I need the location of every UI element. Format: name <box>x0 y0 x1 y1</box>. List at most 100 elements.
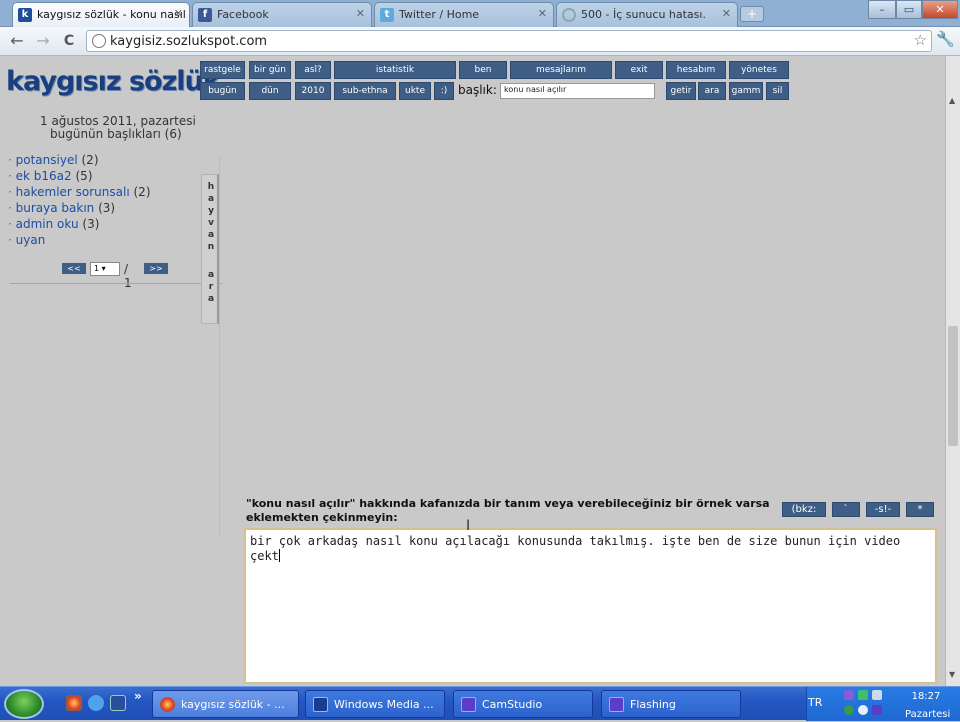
tray-power-icon[interactable] <box>858 705 868 715</box>
topic-title[interactable]: hakemler sorunsalı <box>16 185 130 199</box>
clock[interactable]: 18:27 Pazartesi <box>905 690 950 722</box>
scroll-down-icon[interactable]: ▼ <box>949 670 955 679</box>
quicklaunch-expand-icon[interactable]: » <box>134 689 142 703</box>
vtab-letter: a <box>207 270 215 280</box>
task-windows-media[interactable]: Windows Media ... <box>305 690 445 718</box>
topic-count: (2) <box>81 153 99 167</box>
close-icon[interactable]: ✕ <box>356 7 365 20</box>
forward-button[interactable]: → <box>32 31 54 51</box>
menu-2010[interactable]: 2010 <box>295 82 331 100</box>
bkz-button[interactable]: (bkz: <box>782 502 826 517</box>
bookmark-star-icon[interactable]: ☆ <box>914 31 927 49</box>
twitter-icon: t <box>380 8 394 22</box>
chrome-icon[interactable] <box>66 695 82 711</box>
site-icon: k <box>18 8 32 22</box>
task-label: kaygısız sözlük - ... <box>181 698 285 711</box>
tray-update-icon[interactable] <box>844 705 854 715</box>
close-icon[interactable]: ✕ <box>722 7 731 20</box>
topic-title[interactable]: uyan <box>16 233 46 247</box>
site-logo[interactable]: kaygısız sözlük <box>6 66 221 97</box>
backtick-button[interactable]: ` <box>832 502 860 517</box>
topic-title[interactable]: admin oku <box>16 217 79 231</box>
menu-sub-ethna[interactable]: sub-ethna <box>334 82 396 100</box>
spoiler-button[interactable]: -s!- <box>866 502 900 517</box>
menu-dun[interactable]: dün <box>249 82 291 100</box>
menu-bir-gun[interactable]: bir gün <box>249 61 291 79</box>
tray-camstudio-icon[interactable] <box>844 690 854 700</box>
close-icon[interactable]: ✕ <box>538 7 547 20</box>
tab-strip: k kaygısız sözlük - konu nasıl ✕ f Faceb… <box>0 0 960 27</box>
menu-istatistik[interactable]: istatistik <box>334 61 456 79</box>
vtab-letter: n <box>207 242 215 252</box>
list-item[interactable]: · potansiyel (2) <box>8 152 151 168</box>
maximize-button[interactable]: ▭ <box>896 0 922 19</box>
vtab-letter: a <box>207 230 215 240</box>
menu-asl[interactable]: asl? <box>295 61 331 79</box>
baslik-input[interactable]: konu nasıl açılır <box>500 83 655 99</box>
prev-page-button[interactable]: << <box>62 263 86 274</box>
menu-smiley[interactable]: :) <box>434 82 454 100</box>
topic-title[interactable]: potansiyel <box>16 153 78 167</box>
scrollbar-thumb[interactable] <box>948 326 958 446</box>
language-indicator[interactable]: TR <box>808 696 822 709</box>
menu-ben[interactable]: ben <box>459 61 507 79</box>
url-text: kaygisiz.sozlukspot.com <box>110 34 268 49</box>
reload-button[interactable]: C <box>58 31 80 51</box>
task-flashing[interactable]: Flashing <box>601 690 741 718</box>
menu-yonetes[interactable]: yönetes <box>729 61 789 79</box>
topic-title[interactable]: buraya bakın <box>16 201 95 215</box>
list-item[interactable]: · ek b16a2 (5) <box>8 168 151 184</box>
tab-label: 500 - İç sunucu hatası. <box>581 8 706 21</box>
menu-ara[interactable]: ara <box>698 82 726 100</box>
tray-volume-icon[interactable] <box>872 690 882 700</box>
tab-twitter[interactable]: t Twitter / Home ✕ <box>374 2 554 27</box>
tray-network-icon[interactable] <box>858 690 868 700</box>
address-bar[interactable]: kaygisiz.sozlukspot.com ☆ <box>86 30 932 52</box>
start-button[interactable] <box>4 689 44 719</box>
next-page-button[interactable]: >> <box>144 263 168 274</box>
star-button[interactable]: * <box>906 502 934 517</box>
show-desktop-icon[interactable] <box>110 695 126 711</box>
vertical-scrollbar[interactable]: ▲ ▼ <box>945 56 960 686</box>
vtab-letter: a <box>207 194 215 204</box>
menu-gamm[interactable]: gamm <box>729 82 763 100</box>
task-chrome[interactable]: kaygısız sözlük - ... <box>152 690 299 718</box>
list-item[interactable]: · hakemler sorunsalı (2) <box>8 184 151 200</box>
menu-sil[interactable]: sil <box>766 82 789 100</box>
task-camstudio[interactable]: CamStudio <box>453 690 593 718</box>
tab-facebook[interactable]: f Facebook ✕ <box>192 2 372 27</box>
list-item[interactable]: · admin oku (3) <box>8 216 151 232</box>
menu-ukte[interactable]: ukte <box>399 82 431 100</box>
menu-rastgele[interactable]: rastgele <box>200 61 245 79</box>
clock-time: 18:27 <box>911 691 941 702</box>
divider <box>219 156 220 536</box>
back-button[interactable]: ← <box>6 31 28 51</box>
menu-mesajlarim[interactable]: mesajlarım <box>510 61 612 79</box>
topic-title[interactable]: ek b16a2 <box>16 169 72 183</box>
topic-count: (3) <box>98 201 116 215</box>
entry-textarea[interactable]: bir çok arkadaş nasıl konu açılacağı kon… <box>244 528 937 684</box>
ie-icon[interactable] <box>88 695 104 711</box>
entry-prompt: "konu nasıl açılır" hakkında kafanızda b… <box>246 497 770 524</box>
tab-500-error[interactable]: 500 - İç sunucu hatası. ✕ <box>556 2 738 27</box>
tray-record-icon[interactable] <box>872 705 882 715</box>
menu-hesabim[interactable]: hesabım <box>666 61 726 79</box>
wrench-icon[interactable]: 🔧 <box>936 30 955 48</box>
topic-count: (2) <box>133 185 151 199</box>
page-select[interactable]: 1 ▾ <box>90 262 120 276</box>
list-item[interactable]: · buraya bakın (3) <box>8 200 151 216</box>
scroll-up-icon[interactable]: ▲ <box>949 96 955 105</box>
chevron-down-icon: ▾ <box>101 264 106 273</box>
menu-getir[interactable]: getir <box>666 82 696 100</box>
minimize-button[interactable]: – <box>868 0 896 19</box>
list-item[interactable]: · uyan <box>8 232 151 248</box>
menu-bugun[interactable]: bugün <box>200 82 245 100</box>
new-tab-button[interactable]: + <box>740 6 764 22</box>
hayvan-ara-tab[interactable]: h a y v a n a r a <box>201 174 219 324</box>
close-window-button[interactable]: ✕ <box>922 0 958 19</box>
tab-label: Twitter / Home <box>399 8 480 21</box>
vtab-letter: y <box>208 206 214 216</box>
menu-exit[interactable]: exit <box>615 61 663 79</box>
close-icon[interactable]: ✕ <box>174 7 183 20</box>
tab-kaygisiz[interactable]: k kaygısız sözlük - konu nasıl ✕ <box>12 2 190 27</box>
